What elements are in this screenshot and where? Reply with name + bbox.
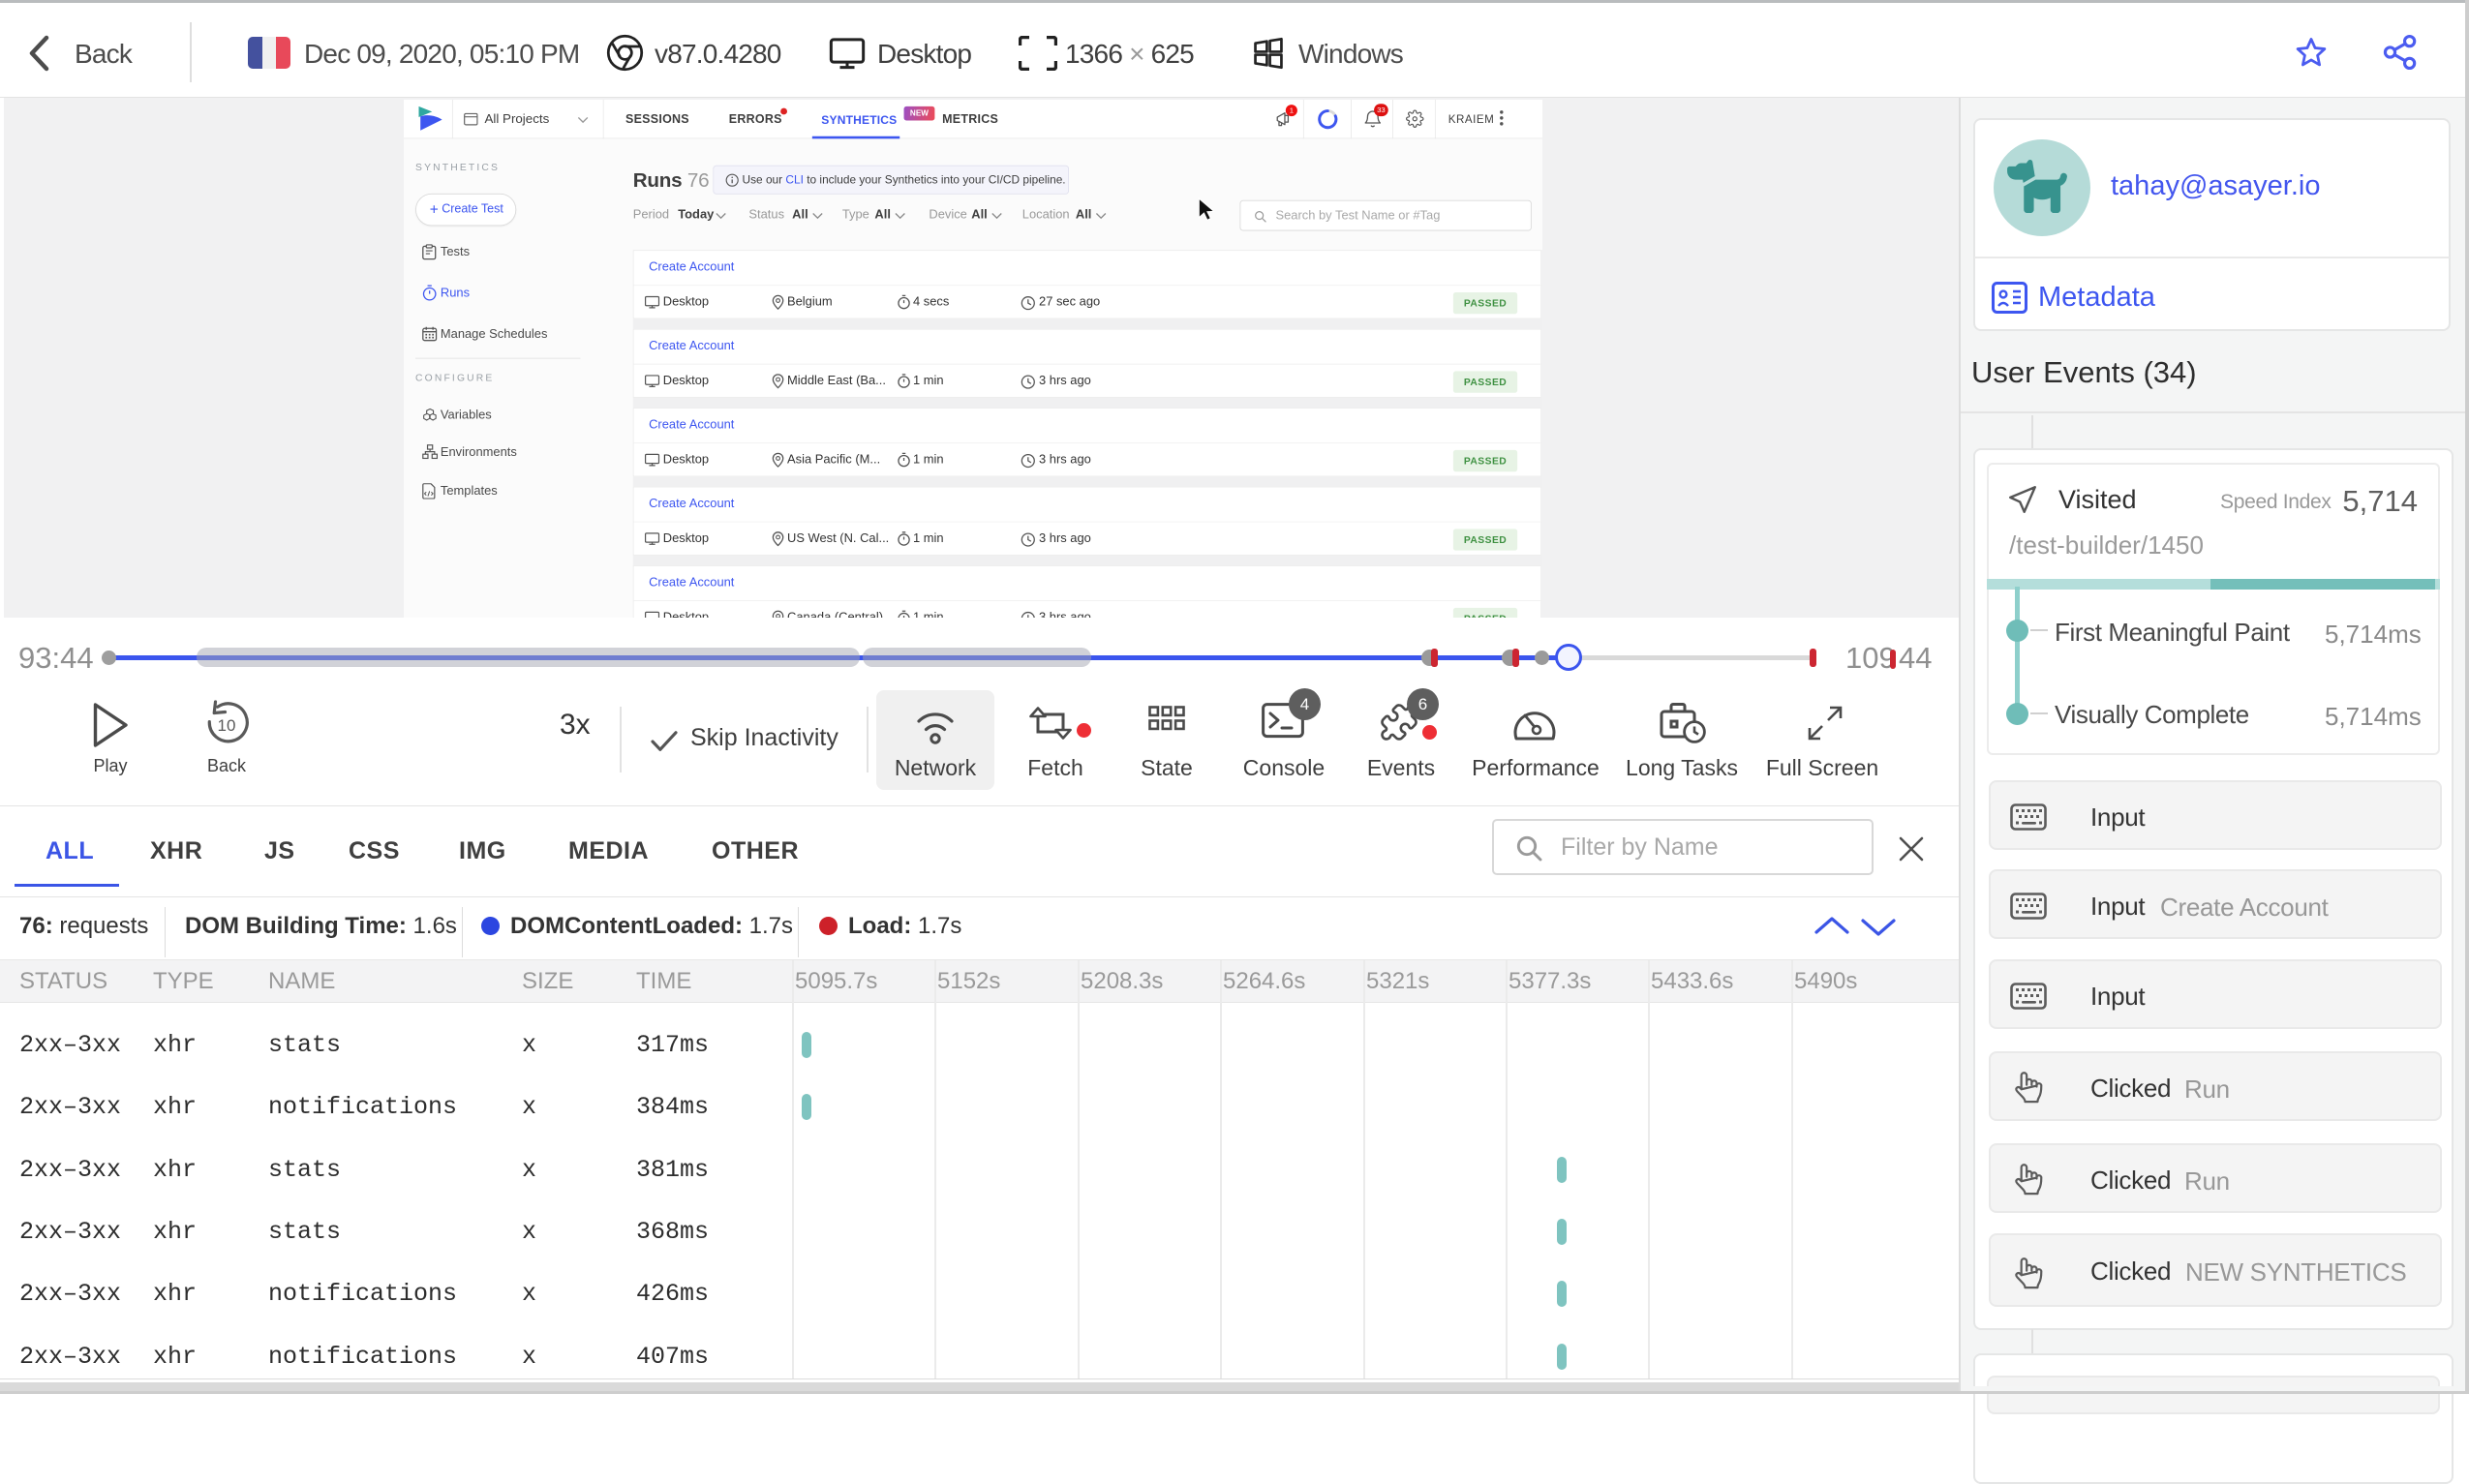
svg-text:10: 10 — [218, 716, 236, 735]
